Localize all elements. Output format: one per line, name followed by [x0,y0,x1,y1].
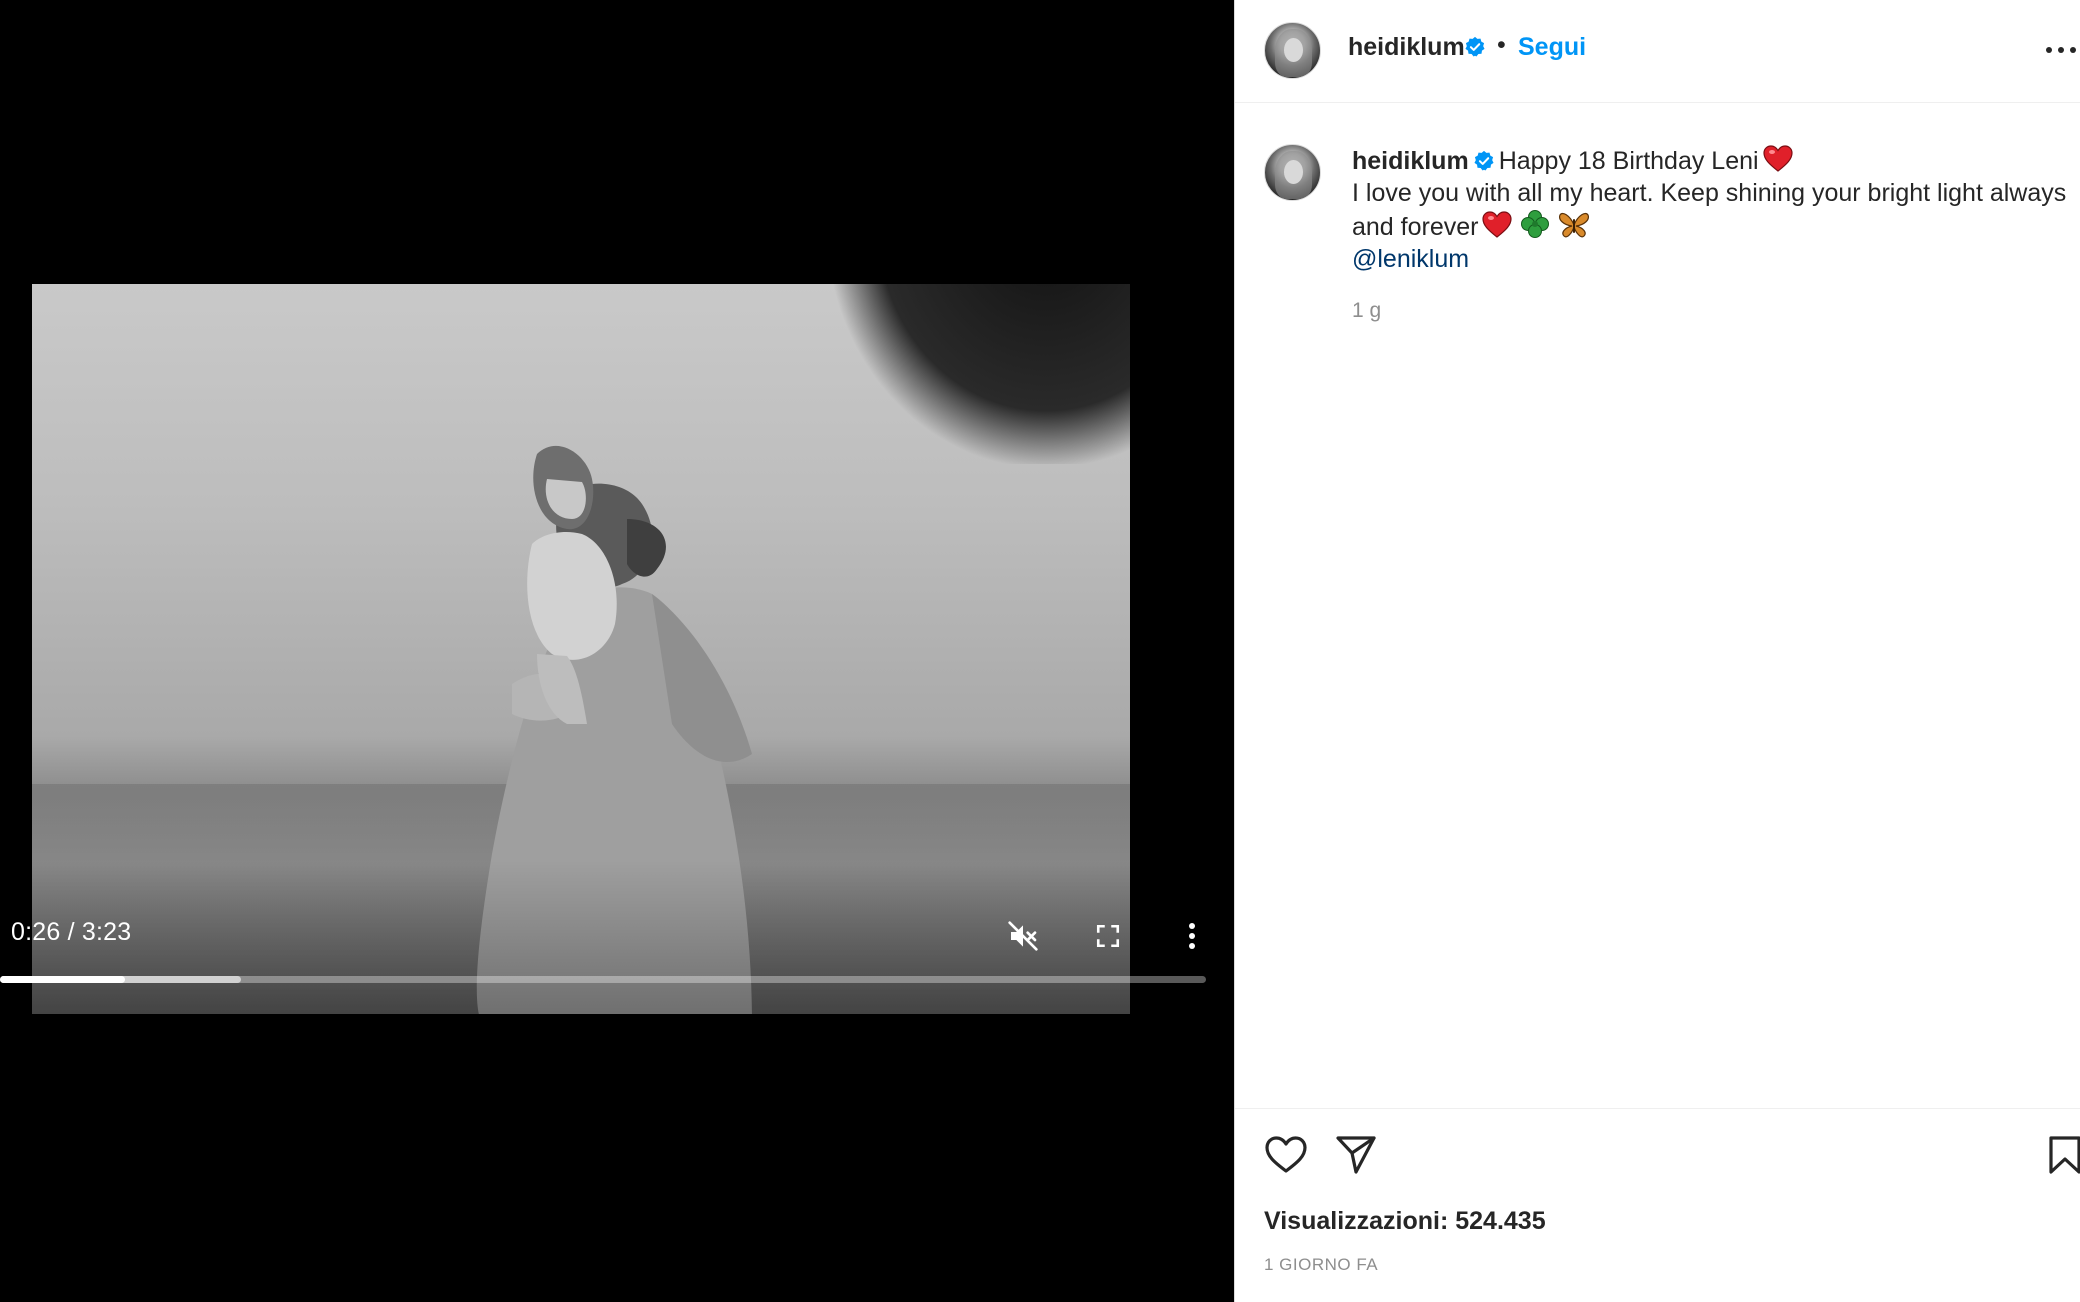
video-more-options-button[interactable] [1170,914,1214,958]
caption-username[interactable]: heidiklum [1352,147,1469,175]
share-icon[interactable] [1333,1132,1379,1178]
follow-button[interactable]: Segui [1518,33,1586,62]
more-vertical-icon [1189,923,1195,949]
caption-timestamp[interactable]: 1 g [1352,299,1381,323]
butterfly-emoji-icon [1559,212,1590,238]
author-username[interactable]: heidiklum [1348,33,1465,62]
heart-emoji-icon [1762,145,1793,172]
views-count[interactable]: Visualizzazioni: 524.435 [1264,1207,1546,1236]
heart-emoji-icon [1482,211,1513,238]
bookmark-icon[interactable] [2047,1132,2080,1178]
heart-icon[interactable] [1263,1132,1309,1178]
more-options-icon[interactable] [2043,34,2079,64]
video-player[interactable]: 0:26 / 3:23 [0,0,1234,1302]
post-header: heidiklum • Segui [1235,0,2080,103]
video-progress-bar[interactable] [0,976,1206,983]
video-played-bar [0,976,126,983]
video-scene-parasol [830,284,1130,464]
post-panel: heidiklum • Segui heidiklum Happy 18 Bir… [1234,0,2080,1302]
post-caption: heidiklum Happy 18 Birthday Leni I love … [1352,145,2072,275]
header-separator: • [1497,31,1506,59]
video-controls-gradient [0,860,1234,1040]
fullscreen-button[interactable] [1086,914,1130,958]
verified-badge-icon [1474,150,1494,171]
caption-line-2: I love you with all my heart. Keep shini… [1352,179,2067,241]
fullscreen-icon [1096,924,1120,948]
video-time-display: 0:26 / 3:23 [11,918,132,946]
caption-line-1: Happy 18 Birthday Leni [1498,147,1759,175]
post-date[interactable]: 1 GIORNO FA [1264,1255,1378,1275]
author-avatar[interactable] [1264,22,1321,79]
actions-divider [1235,1108,2080,1109]
clover-emoji-icon [1521,210,1550,238]
mute-icon [1008,921,1038,951]
mention-link[interactable]: @leniklum [1352,245,1469,273]
caption-author-avatar[interactable] [1264,144,1321,201]
verified-badge-icon [1465,36,1485,57]
mute-button[interactable] [1001,914,1045,958]
video-scene-child [527,445,617,724]
